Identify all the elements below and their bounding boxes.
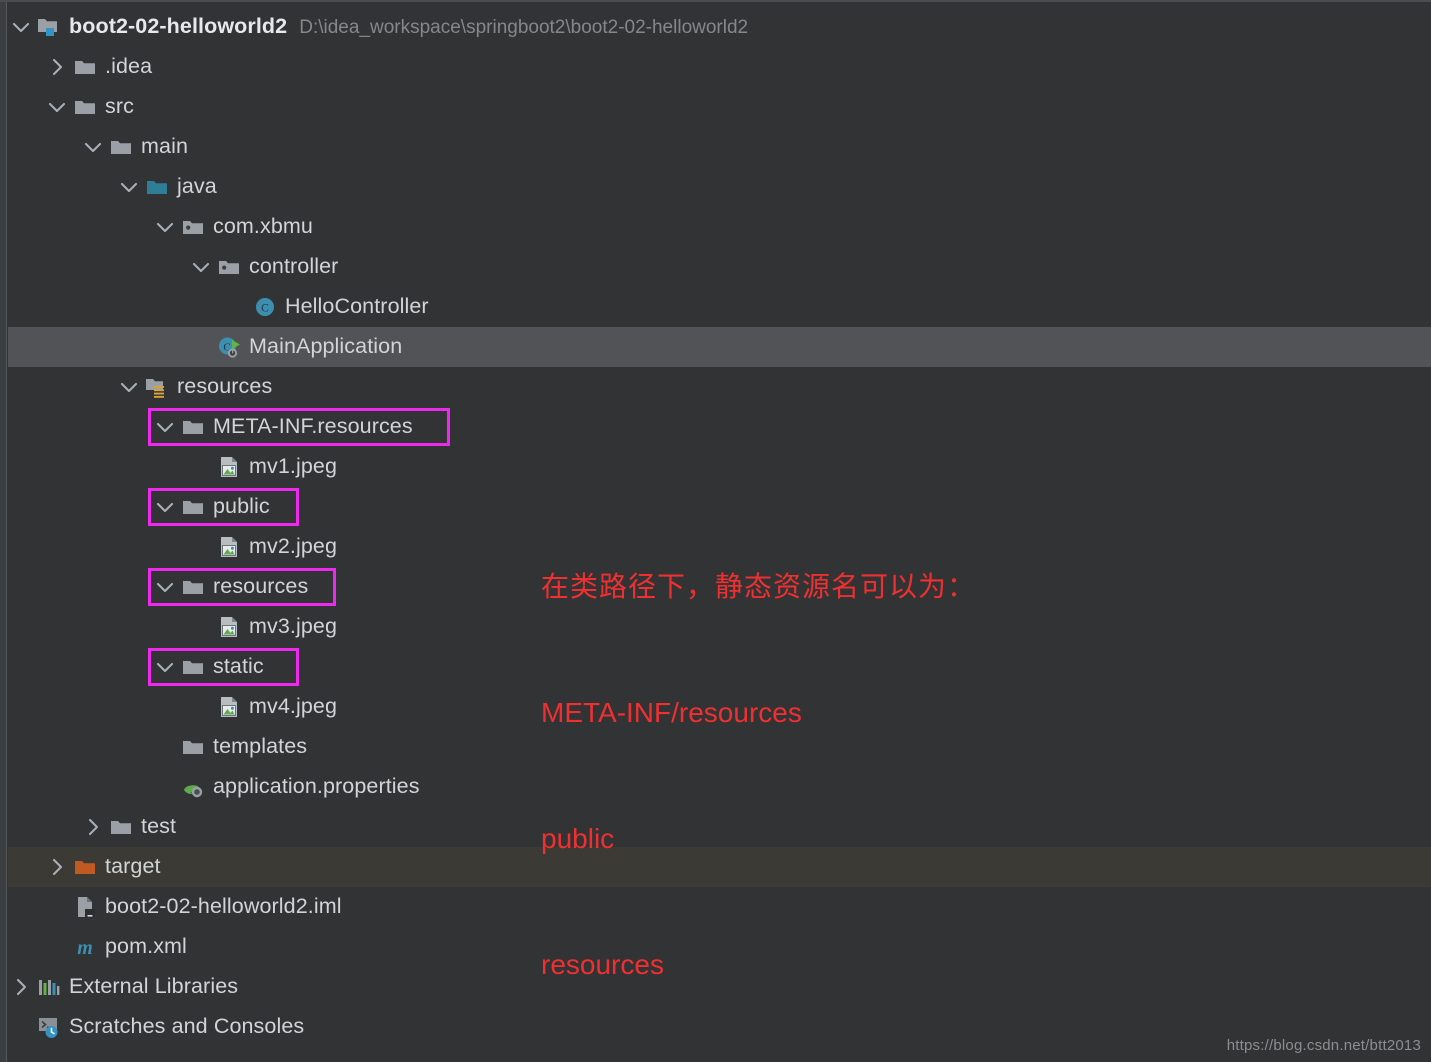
tree-row-label: test — [141, 814, 177, 839]
chevron-down-icon[interactable] — [188, 255, 214, 279]
tree-row[interactable]: mv1.jpeg — [8, 447, 1431, 487]
tree-row-label: boot2-02-helloworld2.iml — [105, 894, 342, 919]
chevron-right-icon[interactable] — [44, 55, 70, 79]
iml-file-icon — [70, 895, 100, 919]
svg-text:m: m — [77, 937, 93, 959]
tree-row-label: com.xbmu — [213, 214, 313, 239]
spring-boot-class-icon: C — [214, 335, 244, 359]
tree-row-label: resources — [213, 574, 309, 599]
tree-row[interactable]: C HelloController — [8, 287, 1431, 327]
chevron-down-icon[interactable] — [116, 375, 142, 399]
folder-icon — [178, 655, 208, 679]
tree-row-label: target — [105, 854, 161, 879]
tree-row-label: pom.xml — [105, 934, 187, 959]
folder-icon — [178, 575, 208, 599]
watermark: https://blog.csdn.net/btt2013 — [1226, 1037, 1421, 1054]
tree-row[interactable]: src — [8, 87, 1431, 127]
spring-properties-icon — [178, 775, 208, 799]
chevron-right-icon[interactable] — [80, 815, 106, 839]
tree-row-label: resources — [177, 374, 273, 399]
tree-row-label: boot2-02-helloworld2 — [69, 14, 288, 39]
panel-gutter — [0, 2, 7, 1062]
folder-icon — [178, 415, 208, 439]
chevron-right-icon[interactable] — [44, 855, 70, 879]
target-folder-icon — [70, 855, 100, 879]
annotation-line-2: META-INF/resources — [541, 697, 802, 728]
tree-row[interactable]: resources — [8, 367, 1431, 407]
tree-row[interactable]: META-INF.resources — [8, 407, 1431, 447]
tree-row-label: External Libraries — [69, 974, 239, 999]
folder-icon — [106, 815, 136, 839]
scratches-icon — [34, 1015, 64, 1039]
chevron-down-icon[interactable] — [116, 175, 142, 199]
project-tree-panel: boot2-02-helloworld2 D:\idea_workspace\sp… — [0, 0, 1431, 1062]
tree-row-label: controller — [249, 254, 339, 279]
tree-row-label: META-INF.resources — [213, 414, 413, 439]
image-file-icon — [214, 535, 244, 559]
chevron-right-icon[interactable] — [8, 975, 34, 999]
tree-row-label: HelloController — [285, 294, 429, 319]
package-icon — [178, 215, 208, 239]
chevron-down-icon[interactable] — [152, 575, 178, 599]
folder-icon — [70, 55, 100, 79]
image-file-icon — [214, 455, 244, 479]
chevron-down-icon[interactable] — [80, 135, 106, 159]
tree-row-label: .idea — [105, 54, 153, 79]
maven-file-icon: m — [70, 935, 100, 959]
chevron-down-icon[interactable] — [152, 495, 178, 519]
tree-row[interactable]: main — [8, 127, 1431, 167]
annotation-line-4: resources — [541, 949, 664, 980]
tree-row-label: templates — [213, 734, 308, 759]
tree-row-label: MainApplication — [249, 334, 403, 359]
tree-row-label: mv1.jpeg — [249, 454, 338, 479]
tree-row[interactable]: com.xbmu — [8, 207, 1431, 247]
folder-icon — [178, 735, 208, 759]
annotation-line-1: 在类路径下，静态资源名可以为： — [541, 571, 977, 602]
tree-row-label: mv4.jpeg — [249, 694, 338, 719]
source-folder-icon — [142, 175, 172, 199]
chevron-down-icon[interactable] — [152, 655, 178, 679]
package-icon — [214, 255, 244, 279]
folder-icon — [106, 135, 136, 159]
annotation-note: 在类路径下，静态资源名可以为： META-INF/resources publi… — [541, 482, 976, 1062]
tree-row[interactable]: java — [8, 167, 1431, 207]
tree-row-label: src — [105, 94, 134, 119]
tree-row[interactable]: .idea — [8, 47, 1431, 87]
project-path: D:\idea_workspace\springboot2\boot2-02-h… — [299, 16, 749, 38]
resources-folder-icon — [142, 375, 172, 399]
java-class-icon: C — [250, 295, 280, 319]
libraries-icon — [34, 975, 64, 999]
svg-text:C: C — [261, 303, 269, 315]
tree-row-label: java — [177, 174, 217, 199]
image-file-icon — [214, 695, 244, 719]
module-icon — [34, 15, 64, 39]
chevron-down-icon[interactable] — [8, 15, 34, 39]
image-file-icon — [214, 615, 244, 639]
tree-row-label: static — [213, 654, 264, 679]
folder-icon — [178, 495, 208, 519]
folder-icon — [70, 95, 100, 119]
tree-row[interactable]: C MainApplication — [8, 327, 1431, 367]
chevron-down-icon[interactable] — [152, 415, 178, 439]
tree-row-label: mv2.jpeg — [249, 534, 338, 559]
tree-row-label: main — [141, 134, 189, 159]
chevron-down-icon[interactable] — [44, 95, 70, 119]
tree-row-label: Scratches and Consoles — [69, 1014, 305, 1039]
tree-row[interactable]: boot2-02-helloworld2 D:\idea_workspace\sp… — [8, 7, 1431, 47]
tree-row-label: mv3.jpeg — [249, 614, 338, 639]
tree-row-label: application.properties — [213, 774, 420, 799]
tree-row[interactable]: controller — [8, 247, 1431, 287]
annotation-line-3: public — [541, 823, 615, 854]
tree-row-label: public — [213, 494, 270, 519]
chevron-down-icon[interactable] — [152, 215, 178, 239]
